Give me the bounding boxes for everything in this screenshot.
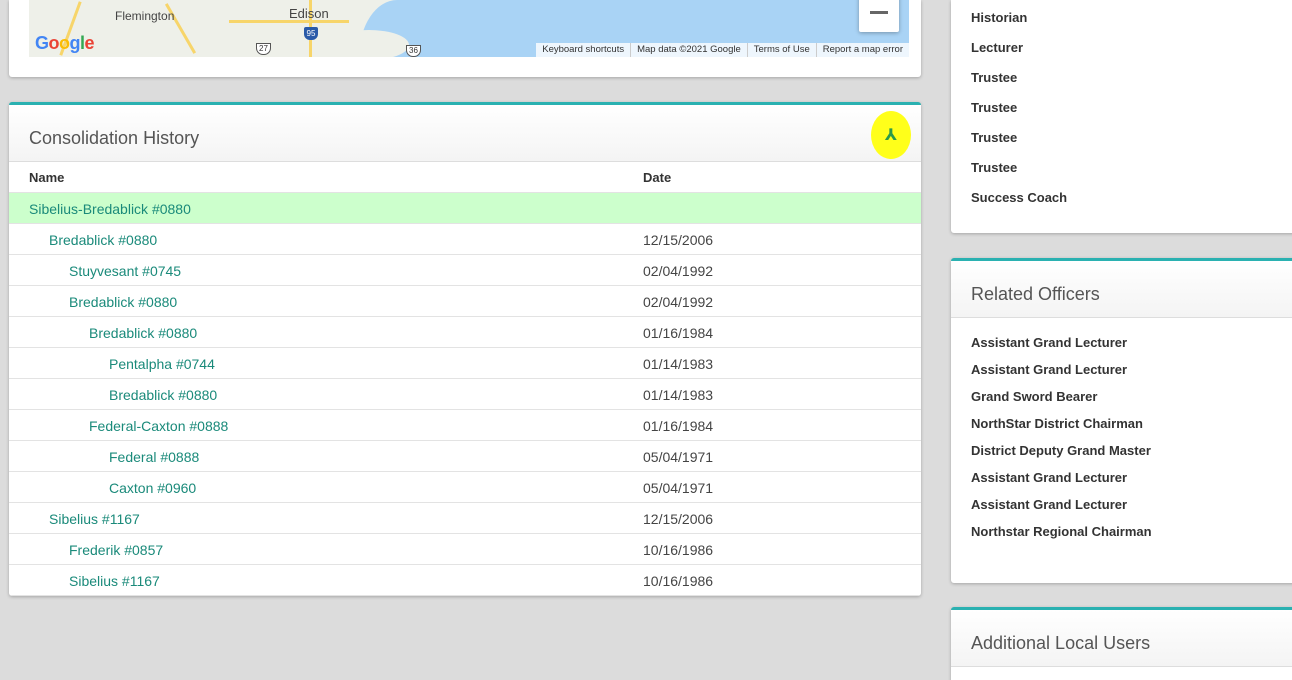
consolidation-date: 01/16/1984 xyxy=(643,418,714,434)
lodge-link[interactable]: Sibelius #1167 xyxy=(49,511,140,527)
officer-title: Success Coach xyxy=(971,190,1068,205)
lodge-link[interactable]: Pentalpha #0744 xyxy=(109,356,215,372)
card-title: Related Officers xyxy=(971,284,1100,304)
zoom-out-button[interactable] xyxy=(859,0,899,32)
related-officer-title: District Deputy Grand Master xyxy=(971,443,1151,458)
table-row: Bredablick #0880 12/15/2006 xyxy=(9,224,921,255)
lodge-link[interactable]: Bredablick #0880 xyxy=(89,325,197,341)
officer-title: Historian xyxy=(971,10,1028,25)
table-row: Pentalpha #0744 01/14/1983 xyxy=(9,348,921,379)
table-row: Stuyvesant #0745 02/04/1992 xyxy=(9,255,921,286)
lodge-link[interactable]: Federal #0888 xyxy=(109,449,199,465)
consolidation-date: 12/15/2006 xyxy=(643,232,714,248)
map-city-label: Flemington xyxy=(115,9,175,23)
lodge-link[interactable]: Sibelius-Bredablick #0880 xyxy=(29,201,191,217)
officers-card: Historian Lecturer Trustee Trustee Trustee Tr… xyxy=(951,0,1292,233)
map-data-text: Map data ©2021 Google xyxy=(630,43,747,57)
report-map-error-link[interactable]: Report a map error xyxy=(815,43,909,57)
related-officer-title: Assistant Grand Lecturer xyxy=(971,497,1128,512)
terms-of-use-link[interactable]: Terms of Use xyxy=(746,43,816,57)
card-header: Additional Local Users xyxy=(951,610,1292,667)
interstate-shield: 95 xyxy=(304,27,318,40)
table-row: Federal #0888 05/04/1971 xyxy=(9,441,921,472)
table-row: Caxton #0960 05/04/1971 xyxy=(9,472,921,503)
lodge-link[interactable]: Stuyvesant #0745 xyxy=(69,263,181,279)
table-row: Federal-Caxton #0888 01/16/1984 xyxy=(9,410,921,441)
lodge-link[interactable]: Bredablick #0880 xyxy=(69,294,177,310)
card-header: Consolidation History ⅄ xyxy=(9,105,921,162)
table-row: Frederik #0857 10/16/1986 xyxy=(9,534,921,565)
lodge-link[interactable]: Caxton #0960 xyxy=(109,480,196,496)
related-officer-title: Assistant Grand Lecturer xyxy=(971,335,1128,350)
lodge-link[interactable]: Federal-Caxton #0888 xyxy=(89,418,228,434)
consolidation-table-body: Sibelius-Bredablick #0880 Bredablick #088… xyxy=(9,193,921,596)
related-officer-title: Northstar Regional Chairman xyxy=(971,524,1152,539)
map-attribution: Keyboard shortcuts Map data ©2021 Google… xyxy=(536,43,909,57)
minus-icon xyxy=(870,10,888,14)
route-shield: 27 xyxy=(256,43,271,55)
card-header: Related Officers xyxy=(951,261,1292,318)
table-row: Bredablick #0880 02/04/1992 xyxy=(9,286,921,317)
officer-title: Trustee xyxy=(971,160,1018,175)
column-header-date: Date xyxy=(643,170,672,185)
related-officer-title: Assistant Grand Lecturer xyxy=(971,470,1128,485)
related-officer-title: NorthStar District Chairman xyxy=(971,416,1143,431)
officer-title: Trustee xyxy=(971,130,1018,145)
consolidation-date: 02/04/1992 xyxy=(643,263,714,279)
lodge-link[interactable]: Sibelius #1167 xyxy=(69,573,160,589)
related-officer-title: Grand Sword Bearer xyxy=(971,389,1098,404)
table-row: Sibelius-Bredablick #0880 xyxy=(9,193,921,224)
consolidation-date: 12/15/2006 xyxy=(643,511,714,527)
table-row: Sibelius #1167 10/16/1986 xyxy=(9,565,921,596)
additional-local-users-card: Additional Local Users xyxy=(951,607,1292,680)
table-row: Bredablick #0880 01/14/1983 xyxy=(9,379,921,410)
officer-title: Lecturer xyxy=(971,40,1024,55)
card-title: Additional Local Users xyxy=(971,633,1151,653)
google-map[interactable]: Flemington Edison Google 27 95 36 Keyboa… xyxy=(29,0,909,57)
consolidation-date: 02/04/1992 xyxy=(643,294,714,310)
column-header-name: Name xyxy=(29,170,65,185)
consolidation-date: 05/04/1971 xyxy=(643,449,714,465)
consolidation-date: 01/14/1983 xyxy=(643,356,714,372)
related-officer-title: Assistant Grand Lecturer xyxy=(971,362,1128,377)
merge-icon[interactable]: ⅄ xyxy=(871,111,911,159)
keyboard-shortcuts-link[interactable]: Keyboard shortcuts xyxy=(536,43,630,57)
consolidation-date: 10/16/1986 xyxy=(643,542,714,558)
map-card: Flemington Edison Google 27 95 36 Keyboa… xyxy=(9,0,921,77)
consolidation-date: 10/16/1986 xyxy=(643,573,714,589)
related-officers-card: Related Officers Assistant Grand Lecture… xyxy=(951,258,1292,583)
officer-title: Trustee xyxy=(971,100,1018,115)
consolidation-date: 01/14/1983 xyxy=(643,387,714,403)
officer-title: Trustee xyxy=(971,70,1018,85)
lodge-link[interactable]: Bredablick #0880 xyxy=(49,232,157,248)
lodge-link[interactable]: Frederik #0857 xyxy=(69,542,163,558)
google-logo: Google xyxy=(35,33,95,53)
table-header: Name Date xyxy=(9,162,921,193)
table-row: Sibelius #1167 12/15/2006 xyxy=(9,503,921,534)
card-title: Consolidation History xyxy=(29,128,200,148)
lodge-link[interactable]: Bredablick #0880 xyxy=(109,387,217,403)
consolidation-date: 01/16/1984 xyxy=(643,325,714,341)
consolidation-history-card: Consolidation History ⅄ Name Date Sibeli… xyxy=(9,102,921,596)
table-row: Bredablick #0880 01/16/1984 xyxy=(9,317,921,348)
map-city-label: Edison xyxy=(289,6,329,21)
consolidation-date: 05/04/1971 xyxy=(643,480,714,496)
